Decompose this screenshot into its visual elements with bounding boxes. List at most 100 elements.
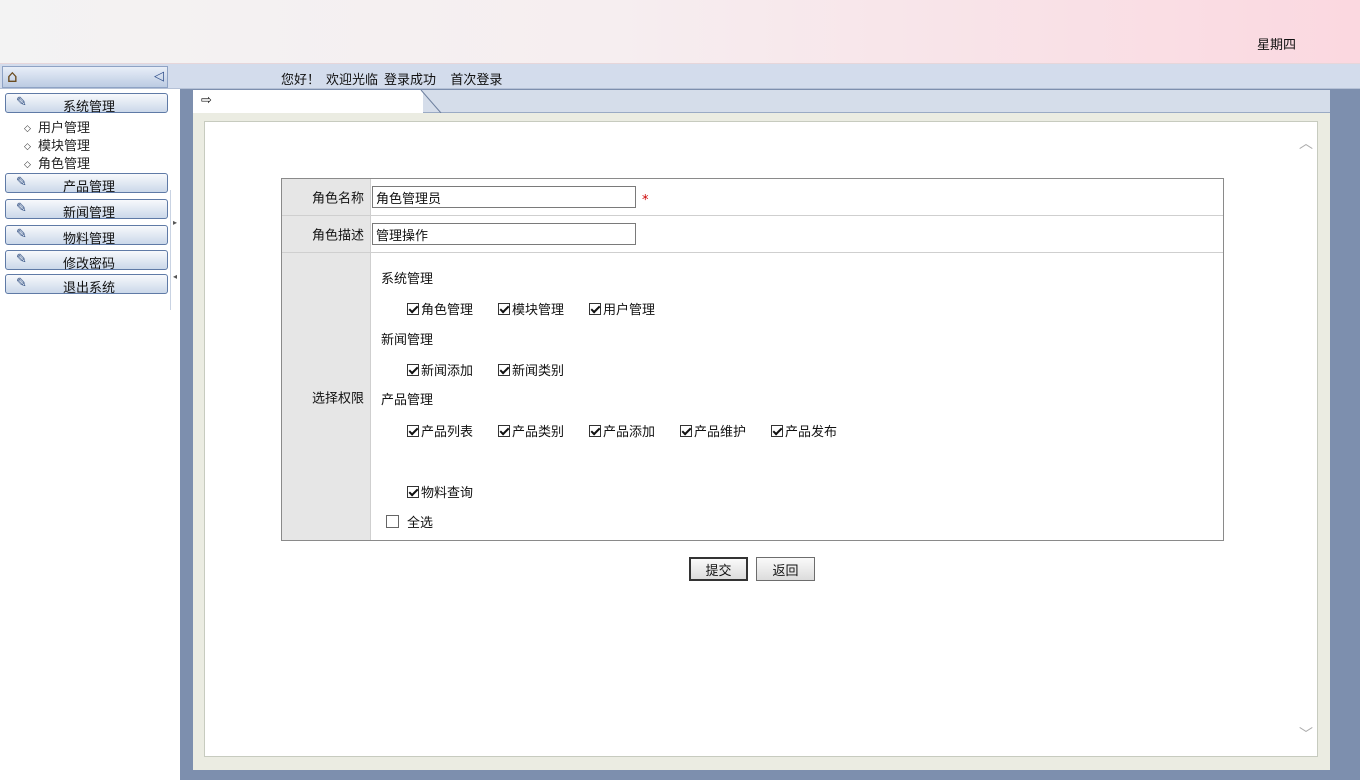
role-form: 角色名称 * 角色描述 选择权限 系统管理 角色管理 模块管理 用户管理 新闻管… [281, 178, 1224, 541]
checkbox-label: 产品列表 [421, 425, 474, 440]
checkbox-label: 产品添加 [603, 425, 656, 440]
checkbox-label: 产品维护 [694, 425, 747, 440]
active-tab[interactable]: ⇨ [193, 90, 423, 113]
collapse-sidebar-icon[interactable]: ◁ [154, 69, 164, 84]
splitter-arrow-icon[interactable]: ▸ [173, 218, 177, 227]
sidebar-splitter[interactable] [170, 190, 178, 310]
checkbox-user-management[interactable]: 用户管理 [589, 299, 655, 318]
subitem-label: 用户管理 [38, 121, 91, 136]
group-title-news: 新闻管理 [381, 333, 434, 348]
checkbox-box[interactable] [771, 425, 783, 437]
checkbox-box[interactable] [498, 364, 510, 376]
greeting-bar: 您好！ 欢迎光临 登录成功 首次登录 [281, 69, 508, 88]
checkbox-product-category[interactable]: 产品类别 [498, 421, 564, 440]
tab-edge [420, 90, 442, 113]
diamond-bullet-icon: ◇ [24, 124, 31, 134]
checkbox-product-publish[interactable]: 产品发布 [771, 421, 837, 440]
checkbox-box[interactable] [386, 515, 399, 528]
checkbox-label: 角色管理 [421, 303, 474, 318]
menu-label: 物料管理 [63, 232, 116, 247]
greeting-welcome: 欢迎光临 [326, 73, 379, 88]
scroll-down-icon[interactable]: ﹀ [1299, 724, 1313, 744]
checkbox-product-list[interactable]: 产品列表 [407, 421, 473, 440]
menu-change-password[interactable]: ✎ 修改密码 [5, 250, 168, 272]
checkbox-box[interactable] [407, 486, 419, 498]
submit-button[interactable]: 提交 [689, 557, 748, 581]
checkbox-box[interactable] [498, 303, 510, 315]
permission-label-cell: 选择权限 [282, 253, 371, 540]
menu-label: 修改密码 [63, 257, 116, 272]
checkbox-product-add[interactable]: 产品添加 [589, 421, 655, 440]
checkbox-select-all[interactable]: 全选 [386, 512, 433, 531]
checkbox-box[interactable] [407, 364, 419, 376]
first-login-text: 首次登录 [450, 73, 503, 88]
role-desc-row: 角色描述 [282, 216, 1223, 253]
greeting-hello: 您好！ [281, 73, 321, 88]
subitem-label: 角色管理 [38, 157, 91, 172]
back-button[interactable]: 返回 [756, 557, 815, 581]
checkbox-label: 物料查询 [421, 486, 474, 501]
checkbox-box[interactable] [680, 425, 692, 437]
role-name-label-cell: 角色名称 [282, 179, 371, 215]
menu-system-management[interactable]: ✎ 系统管理 [5, 93, 168, 115]
checkbox-label: 产品类别 [512, 425, 565, 440]
splitter-arrow-icon[interactable]: ◂ [173, 272, 177, 281]
menu-product-management[interactable]: ✎ 产品管理 [5, 173, 168, 195]
checkbox-box[interactable] [407, 425, 419, 437]
login-status: 登录成功 [384, 73, 437, 88]
role-desc-input[interactable] [372, 223, 636, 245]
group-title-system: 系统管理 [381, 272, 434, 287]
edit-icon: ✎ [16, 276, 27, 291]
permission-row: 选择权限 系统管理 角色管理 模块管理 用户管理 新闻管理 新闻添加 新闻类别 … [282, 253, 1223, 540]
diamond-bullet-icon: ◇ [24, 142, 31, 152]
role-desc-label: 角色描述 [311, 228, 364, 244]
menu-label: 系统管理 [63, 100, 116, 115]
required-mark: * [642, 193, 649, 208]
checkbox-box[interactable] [589, 303, 601, 315]
edit-icon: ✎ [16, 95, 27, 110]
checkbox-role-management[interactable]: 角色管理 [407, 299, 473, 318]
menu-logout[interactable]: ✎ 退出系统 [5, 274, 168, 296]
sidebar-item-role-management[interactable]: ◇ 角色管理 [24, 153, 90, 172]
scroll-up-icon[interactable]: ︿ [1299, 133, 1313, 153]
header-banner: 星期四 [0, 0, 1360, 64]
sidebar-item-user-management[interactable]: ◇ 用户管理 [24, 117, 90, 136]
checkbox-label: 模块管理 [512, 303, 565, 318]
top-strip [0, 64, 1360, 89]
checkbox-label: 用户管理 [603, 303, 656, 318]
sidebar-item-module-management[interactable]: ◇ 模块管理 [24, 135, 90, 154]
checkbox-label: 新闻添加 [421, 364, 474, 379]
tab-bar: ⇨ [193, 90, 1330, 113]
checkbox-box[interactable] [589, 425, 601, 437]
checkbox-box[interactable] [498, 425, 510, 437]
checkbox-module-management[interactable]: 模块管理 [498, 299, 564, 318]
group-title-product: 产品管理 [381, 393, 434, 408]
diamond-bullet-icon: ◇ [24, 160, 31, 170]
home-icon[interactable]: ⌂ [7, 68, 18, 86]
role-desc-label-cell: 角色描述 [282, 216, 371, 252]
subitem-label: 模块管理 [38, 139, 91, 154]
edit-icon: ✎ [16, 227, 27, 242]
menu-news-management[interactable]: ✎ 新闻管理 [5, 199, 168, 221]
checkbox-label: 产品发布 [785, 425, 838, 440]
checkbox-material-query[interactable]: 物料查询 [407, 482, 473, 501]
role-name-label: 角色名称 [311, 191, 364, 207]
edit-icon: ✎ [16, 201, 27, 216]
checkbox-label: 全选 [407, 516, 434, 531]
checkbox-news-add[interactable]: 新闻添加 [407, 360, 473, 379]
menu-material-management[interactable]: ✎ 物料管理 [5, 225, 168, 247]
checkbox-box[interactable] [407, 303, 419, 315]
arrow-right-icon: ⇨ [201, 93, 212, 108]
role-name-row: 角色名称 * [282, 179, 1223, 216]
weekday-label: 星期四 [1256, 38, 1296, 53]
edit-icon: ✎ [16, 252, 27, 267]
menu-label: 退出系统 [63, 281, 116, 296]
menu-label: 新闻管理 [63, 206, 116, 221]
permission-label: 选择权限 [311, 391, 364, 406]
sidebar-header: ⌂ ◁ [2, 66, 168, 88]
role-name-input[interactable] [372, 186, 636, 208]
checkbox-news-category[interactable]: 新闻类别 [498, 360, 564, 379]
edit-icon: ✎ [16, 175, 27, 190]
checkbox-product-maintain[interactable]: 产品维护 [680, 421, 746, 440]
menu-label: 产品管理 [63, 180, 116, 195]
